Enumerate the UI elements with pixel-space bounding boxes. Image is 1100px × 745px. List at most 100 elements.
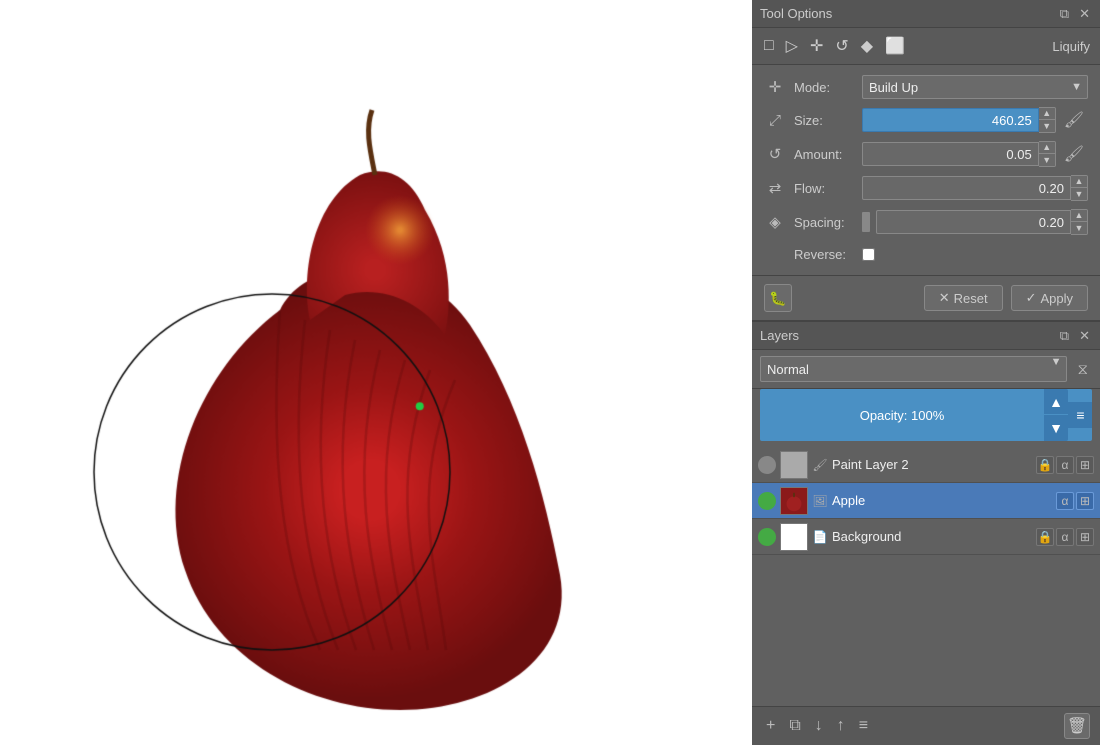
flow-input-wrapper: ▲ ▼ — [862, 175, 1088, 201]
move-layer-up-button[interactable]: ↑ — [833, 715, 849, 737]
size-spin-down[interactable]: ▼ — [1039, 120, 1055, 132]
transform-tool-icon[interactable]: ✛ — [808, 34, 825, 58]
layers-footer-left: + ⧉ ↓ ↑ ≡ — [762, 715, 872, 737]
layer-row-apple[interactable]: 🖼 Apple α ⊞ — [752, 483, 1100, 519]
layers-controls: Normal Multiply Screen Overlay ▼ ⧖ — [752, 350, 1100, 389]
blend-mode-select[interactable]: Normal Multiply Screen Overlay — [760, 356, 1067, 382]
amount-brush-icon[interactable]: 🖌 — [1060, 142, 1088, 166]
reset-x-icon: ✕ — [939, 290, 950, 306]
layer-alpha-icon-paint-layer-2[interactable]: α — [1056, 456, 1074, 474]
move-layer-down-button[interactable]: ↓ — [811, 715, 827, 737]
layer-row-paint-layer-2[interactable]: 🖌 Paint Layer 2 🔒 α ⊞ — [752, 447, 1100, 483]
flow-spin-down[interactable]: ▼ — [1071, 188, 1087, 200]
layer-alpha-icon-apple[interactable]: α — [1056, 492, 1074, 510]
reverse-checkbox[interactable] — [862, 248, 875, 261]
spacing-row: ◈ Spacing: ▲ ▼ — [764, 209, 1088, 235]
layer-icons-background: 🔒 α ⊞ — [1036, 528, 1094, 546]
layer-alpha-icon-background[interactable]: α — [1056, 528, 1074, 546]
layer-vis-btn-paint-layer-2[interactable] — [758, 456, 776, 474]
flow-input[interactable] — [862, 176, 1071, 200]
layer-lock-icon-paint-layer-2[interactable]: 🔒 — [1036, 456, 1054, 474]
layer-expand-icon-paint-layer-2[interactable]: ⊞ — [1076, 456, 1094, 474]
spacing-spin-buttons: ▲ ▼ — [1071, 209, 1088, 235]
size-spin-up[interactable]: ▲ — [1039, 108, 1055, 120]
mode-icon: ✛ — [764, 76, 786, 98]
layers-header-icons: ⧉ ✕ — [1058, 327, 1092, 344]
flow-spin-up[interactable]: ▲ — [1071, 176, 1087, 188]
options-body: ✛ Mode: Build Up Normal Smear Rotation Z… — [752, 65, 1100, 275]
size-icon: ⤢ — [764, 109, 786, 131]
layer-icons-apple: α ⊞ — [1056, 492, 1094, 510]
mode-value: Build Up Normal Smear Rotation Zoom ▼ — [862, 75, 1088, 99]
flow-value: ▲ ▼ — [862, 175, 1088, 201]
layer-row-background[interactable]: 📄 Background 🔒 α ⊞ — [752, 519, 1100, 555]
duplicate-layer-button[interactable]: ⧉ — [785, 715, 804, 737]
delete-layer-button[interactable]: 🗑 — [1064, 713, 1090, 739]
bug-icon-button[interactable]: 🐛 — [764, 284, 792, 312]
layer-lock-icon-background[interactable]: 🔒 — [1036, 528, 1054, 546]
layers-restore-icon[interactable]: ⧉ — [1058, 327, 1071, 344]
amount-spin-down[interactable]: ▼ — [1039, 154, 1055, 166]
spacing-input-wrapper: ▲ ▼ — [876, 209, 1088, 235]
layer-type-icon-apple: 🖼 — [812, 487, 828, 515]
layers-filter-icon[interactable]: ⧖ — [1073, 359, 1092, 380]
blend-mode-wrapper: Normal Multiply Screen Overlay ▼ — [760, 356, 1067, 382]
spacing-spin-up[interactable]: ▲ — [1071, 210, 1087, 222]
close-icon[interactable]: ✕ — [1077, 5, 1092, 22]
amount-input-wrapper: ▲ ▼ — [862, 141, 1056, 167]
apply-label: Apply — [1040, 291, 1073, 306]
restore-icon[interactable]: ⧉ — [1058, 5, 1071, 22]
apply-button[interactable]: ✓ Apply — [1011, 285, 1088, 311]
layer-expand-icon-apple[interactable]: ⊞ — [1076, 492, 1094, 510]
smear-tool-icon[interactable]: ◆ — [859, 34, 875, 58]
canvas-area[interactable] — [0, 0, 752, 745]
layers-title: Layers — [760, 328, 799, 343]
mode-label: Mode: — [794, 80, 854, 95]
amount-input[interactable] — [862, 142, 1039, 166]
opacity-spin-down[interactable]: ▼ — [1044, 415, 1068, 441]
reset-button[interactable]: ✕ Reset — [924, 285, 1003, 311]
layer-icons-paint-layer-2: 🔒 α ⊞ — [1036, 456, 1094, 474]
opacity-spin-up[interactable]: ▲ — [1044, 389, 1068, 415]
layer-type-icon-background: 📄 — [812, 523, 828, 551]
flow-label: Flow: — [794, 181, 854, 196]
size-input[interactable] — [862, 108, 1039, 132]
opacity-label: Opacity: 100% — [760, 404, 1044, 427]
layer-thumb-background — [780, 523, 808, 551]
paint-tool-icon[interactable]: ▷ — [784, 34, 800, 58]
tool-options-panel: Tool Options ⧉ ✕ □ ▷ ✛ ↺ ◆ ⬜ Liquify ✛ — [752, 0, 1100, 322]
add-layer-button[interactable]: + — [762, 715, 779, 737]
layer-vis-btn-apple[interactable] — [758, 492, 776, 510]
layers-spacer — [752, 555, 1100, 706]
size-value: ▲ ▼ 🖌 — [862, 107, 1088, 133]
size-spin-buttons: ▲ ▼ — [1039, 107, 1056, 133]
layer-vis-btn-background[interactable] — [758, 528, 776, 546]
layer-thumb-apple — [780, 487, 808, 515]
amount-icon: ↺ — [764, 143, 786, 165]
spacing-spin-down[interactable]: ▼ — [1071, 222, 1087, 234]
layer-type-icon-paint-layer-2: 🖌 — [812, 451, 828, 479]
tool-options-title: Tool Options — [760, 6, 832, 21]
move-tool-icon[interactable]: □ — [762, 35, 776, 57]
size-label: Size: — [794, 113, 854, 128]
flow-spin-buttons: ▲ ▼ — [1071, 175, 1088, 201]
spacing-input[interactable] — [876, 210, 1071, 234]
amount-row: ↺ Amount: ▲ ▼ 🖌 — [764, 141, 1088, 167]
layer-properties-button[interactable]: ≡ — [855, 715, 872, 737]
mode-select[interactable]: Build Up Normal Smear Rotation Zoom — [862, 75, 1088, 99]
mode-select-wrapper: Build Up Normal Smear Rotation Zoom ▼ — [862, 75, 1088, 99]
layer-expand-icon-background[interactable]: ⊞ — [1076, 528, 1094, 546]
size-brush-icon[interactable]: 🖌 — [1060, 108, 1088, 132]
opacity-menu-icon[interactable]: ≡ — [1068, 402, 1092, 428]
rotate-tool-icon[interactable]: ↺ — [833, 34, 850, 58]
select-tool-icon[interactable]: ⬜ — [883, 34, 907, 58]
amount-spin-up[interactable]: ▲ — [1039, 142, 1055, 154]
layer-name-apple: Apple — [832, 493, 1052, 508]
footer-right: ✕ Reset ✓ Apply — [924, 285, 1088, 311]
layers-close-icon[interactable]: ✕ — [1077, 327, 1092, 344]
tool-label: Liquify — [1052, 39, 1090, 54]
opacity-row[interactable]: Opacity: 100% ▲ ▼ ≡ — [760, 389, 1092, 441]
spacing-bar-indicator — [862, 212, 870, 232]
amount-spin-buttons: ▲ ▼ — [1039, 141, 1056, 167]
spacing-label: Spacing: — [794, 215, 854, 230]
